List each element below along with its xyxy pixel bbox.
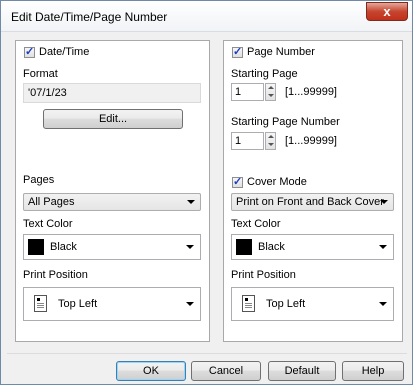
starting-page-spinner[interactable] <box>265 83 276 101</box>
pages-select[interactable]: All Pages <box>23 193 201 211</box>
dropdown-arrow-icon <box>187 200 195 204</box>
text-color-select-right[interactable]: Black <box>231 234 394 260</box>
text-color-select[interactable]: Black <box>23 234 201 260</box>
close-button[interactable]: x <box>366 2 408 21</box>
print-position-value-right: Top Left <box>266 298 306 310</box>
close-icon: x <box>383 4 391 19</box>
dropdown-arrow-icon <box>379 302 387 306</box>
help-button[interactable]: Help <box>342 361 404 381</box>
pages-value: All Pages <box>28 196 75 208</box>
page-number-checkbox[interactable] <box>232 45 243 58</box>
spin-down-icon[interactable] <box>266 92 275 99</box>
spin-down-icon[interactable] <box>266 141 275 148</box>
datetime-checkbox[interactable] <box>24 45 35 58</box>
print-position-select-right[interactable]: Top Left <box>231 287 394 321</box>
print-position-value: Top Left <box>58 298 98 310</box>
format-field: '07/1/23 <box>23 83 201 103</box>
pages-label: Pages <box>23 174 55 186</box>
dropdown-arrow-icon <box>186 245 194 249</box>
format-label: Format <box>23 68 58 80</box>
starting-page-number-range: [1...99999] <box>285 135 337 147</box>
default-button[interactable]: Default <box>268 361 336 381</box>
cover-mode-select[interactable]: Print on Front and Back Cover <box>231 193 394 211</box>
cancel-button[interactable]: Cancel <box>191 361 261 381</box>
starting-page-number-label: Starting Page Number <box>231 116 340 128</box>
starting-page-input[interactable]: 1 <box>231 83 264 101</box>
print-position-label: Print Position <box>23 269 88 281</box>
edit-button[interactable]: Edit... <box>43 109 183 129</box>
dropdown-arrow-icon <box>380 200 388 204</box>
text-color-value: Black <box>50 241 77 253</box>
text-color-label-right: Text Color <box>231 218 281 230</box>
color-swatch <box>28 239 44 255</box>
print-position-icon <box>242 295 255 312</box>
footer-divider <box>7 353 407 354</box>
starting-page-number-spinner[interactable] <box>265 132 276 150</box>
page-number-panel: Page Number Starting Page 1 [1...99999] … <box>223 40 403 342</box>
starting-page-label: Starting Page <box>231 68 298 80</box>
format-value: '07/1/23 <box>28 87 67 99</box>
cover-mode-checkbox[interactable] <box>232 175 243 188</box>
dialog-window: Edit Date/Time/Page Number x Date/Time F… <box>0 0 413 385</box>
cover-mode-value: Print on Front and Back Cover <box>236 196 384 208</box>
starting-page-number-input[interactable]: 1 <box>231 132 264 150</box>
print-position-icon <box>34 295 47 312</box>
date-time-panel: Date/Time Format '07/1/23 Edit... Pages … <box>15 40 210 342</box>
print-position-label-right: Print Position <box>231 269 296 281</box>
text-color-label: Text Color <box>23 218 73 230</box>
spin-up-icon[interactable] <box>266 133 275 140</box>
starting-page-value: 1 <box>235 86 242 98</box>
dialog-title: Edit Date/Time/Page Number <box>11 10 168 24</box>
starting-page-number-value: 1 <box>235 135 242 147</box>
dropdown-arrow-icon <box>186 302 194 306</box>
text-color-value-right: Black <box>258 241 285 253</box>
starting-page-range: [1...99999] <box>285 86 337 98</box>
print-position-select[interactable]: Top Left <box>23 287 201 321</box>
dropdown-arrow-icon <box>379 245 387 249</box>
spin-up-icon[interactable] <box>266 84 275 91</box>
datetime-label: Date/Time <box>39 46 90 58</box>
page-number-label: Page Number <box>247 46 315 58</box>
ok-button[interactable]: OK <box>116 361 186 381</box>
color-swatch <box>236 239 252 255</box>
cover-mode-label: Cover Mode <box>247 176 307 188</box>
title-bar: Edit Date/Time/Page Number x <box>1 1 412 32</box>
